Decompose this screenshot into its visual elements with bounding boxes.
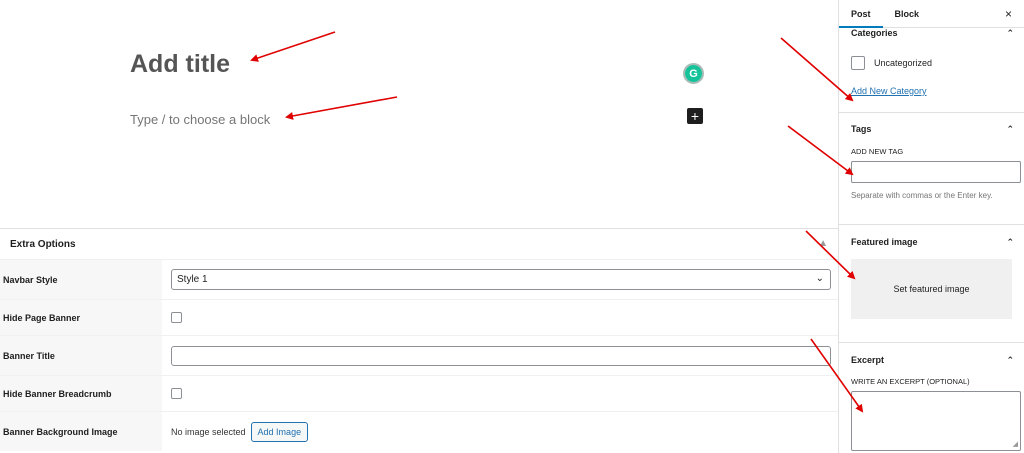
resize-handle-icon[interactable]: ◢ [1013,440,1018,448]
select-value: Style 1 [177,274,208,285]
add-new-category-link[interactable]: Add New Category [839,86,1024,96]
excerpt-textarea[interactable]: ◢ [851,391,1021,451]
block-appender[interactable]: Type / to choose a block [130,112,270,127]
editor-canvas: Add title Type / to choose a block G + [0,0,838,228]
post-title-input[interactable]: Add title [130,50,230,79]
excerpt-panel: Excerpt ⌃ WRITE AN EXCERPT (OPTIONAL) ◢ [839,343,1024,453]
add-image-button[interactable]: Add Image [250,421,309,442]
grammarly-icon[interactable]: G [683,63,704,84]
chevron-up-icon: ⌃ [1006,236,1014,247]
chevron-up-icon: ⌃ [1006,27,1014,38]
banner-title-input[interactable] [171,345,831,366]
excerpt-panel-toggle[interactable]: Excerpt ⌃ [839,343,1024,377]
option-row-hide-banner-breadcrumb: Hide Banner Breadcrumb [0,375,838,411]
navbar-style-select[interactable]: Style 1 ⌄ [171,269,831,290]
category-item[interactable]: Uncategorized [839,56,1024,70]
settings-sidebar: Post Block × Categories ⌃ Uncategorized … [838,0,1024,453]
panel-title: Excerpt [851,355,885,365]
set-featured-image-button[interactable]: Set featured image [851,259,1012,319]
option-label: Banner Title [0,336,162,375]
panel-title: Tags [851,124,872,134]
featured-image-panel: Featured image ⌃ Set featured image [839,225,1024,343]
category-label: Uncategorized [874,58,933,68]
category-checkbox[interactable] [851,56,865,70]
option-label: Hide Page Banner [0,300,162,335]
featured-image-panel-toggle[interactable]: Featured image ⌃ [839,225,1024,259]
option-label: Navbar Style [0,260,162,299]
chevron-up-icon: ⌃ [1006,123,1014,134]
option-label: Banner Background Image [0,412,162,451]
tab-post[interactable]: Post [839,0,883,28]
collapse-icon[interactable]: ▲ [818,238,828,249]
categories-panel-toggle[interactable]: Categories ⌃ [839,27,1024,39]
categories-panel: Categories ⌃ Uncategorized Add New Categ… [839,28,1024,113]
excerpt-label: WRITE AN EXCERPT (OPTIONAL) [851,377,970,386]
chevron-up-icon: ⌃ [1006,354,1014,365]
option-row-navbar-style: Navbar Style Style 1 ⌄ [0,259,838,299]
extra-options-title: Extra Options [10,238,76,250]
tags-panel: Tags ⌃ ADD NEW TAG Separate with commas … [839,113,1024,225]
hide-page-banner-checkbox[interactable] [171,312,182,323]
tab-block[interactable]: Block [883,0,932,28]
tags-help-text: Separate with commas or the Enter key. [851,191,993,200]
hide-breadcrumb-checkbox[interactable] [171,388,182,399]
image-status-text: No image selected [171,426,246,437]
option-row-banner-background: Banner Background Image No image selecte… [0,411,838,451]
tags-panel-toggle[interactable]: Tags ⌃ [839,113,1024,145]
add-block-button[interactable]: + [687,108,703,124]
option-label: Hide Banner Breadcrumb [0,376,162,411]
sidebar-tabs: Post Block × [839,0,1024,28]
chevron-down-icon: ⌄ [815,273,824,284]
option-row-banner-title: Banner Title [0,335,838,375]
close-icon[interactable]: × [1005,7,1012,21]
extra-options-header[interactable]: Extra Options ▲ [0,229,838,259]
panel-title: Featured image [851,237,918,247]
extra-options-metabox: Extra Options ▲ Navbar Style Style 1 ⌄ H… [0,228,838,453]
option-row-hide-page-banner: Hide Page Banner [0,299,838,335]
add-tag-input[interactable] [851,161,1021,183]
panel-title: Categories [851,28,898,38]
add-tag-label: ADD NEW TAG [851,147,904,156]
